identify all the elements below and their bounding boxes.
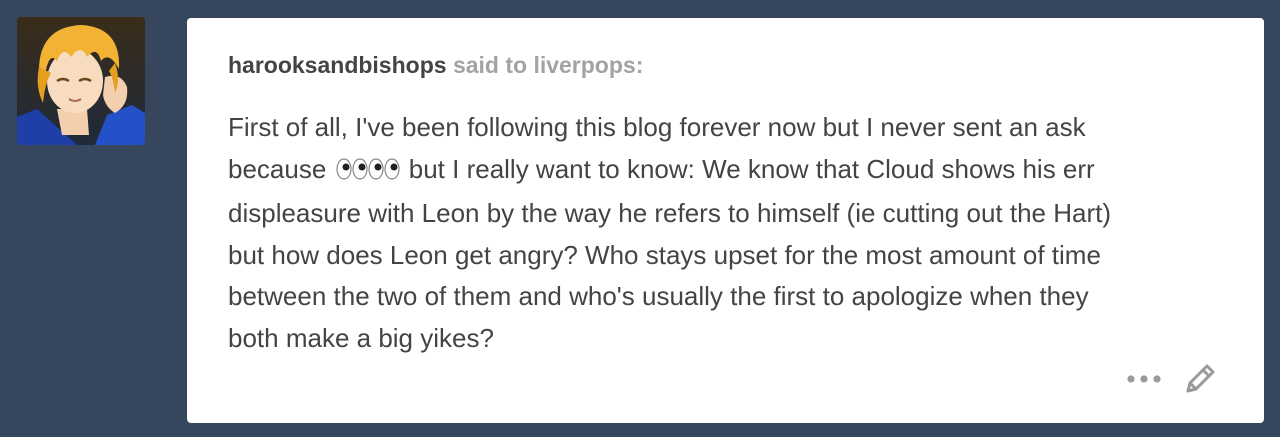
- question-line: both make a big yikes?: [228, 322, 494, 353]
- question-line: because but I really want to know: We kn…: [228, 149, 1228, 194]
- said-to-recipient: said to liverpops:: [452, 52, 644, 78]
- question-line-end: but I really want to know: We know that …: [401, 153, 1095, 184]
- asker-avatar[interactable]: [17, 17, 145, 145]
- edit-button[interactable]: [1180, 359, 1220, 399]
- ask-post-card: harooksandbishops said to liverpops: Fir…: [187, 18, 1264, 423]
- anime-avatar-image: [17, 17, 145, 145]
- eyes-emoji-icon: [335, 152, 400, 194]
- question-text: First of all, I've been following this b…: [228, 107, 1228, 359]
- question-line: displeasure with Leon by the way he refe…: [228, 198, 1111, 228]
- asker-username[interactable]: harooksandbishops: [228, 52, 447, 78]
- question-line: First of all, I've been following this b…: [228, 112, 1086, 142]
- post-actions: [1124, 359, 1220, 399]
- pencil-icon: [1186, 364, 1215, 393]
- more-options-button[interactable]: [1124, 359, 1164, 399]
- question-line-start: because: [228, 153, 334, 184]
- question-line: between the two of them and who's usuall…: [228, 281, 1089, 311]
- asker-line: harooksandbishops said to liverpops:: [228, 51, 643, 79]
- more-dots-icon: [1127, 375, 1161, 383]
- question-line: but how does Leon get angry? Who stays u…: [228, 239, 1101, 270]
